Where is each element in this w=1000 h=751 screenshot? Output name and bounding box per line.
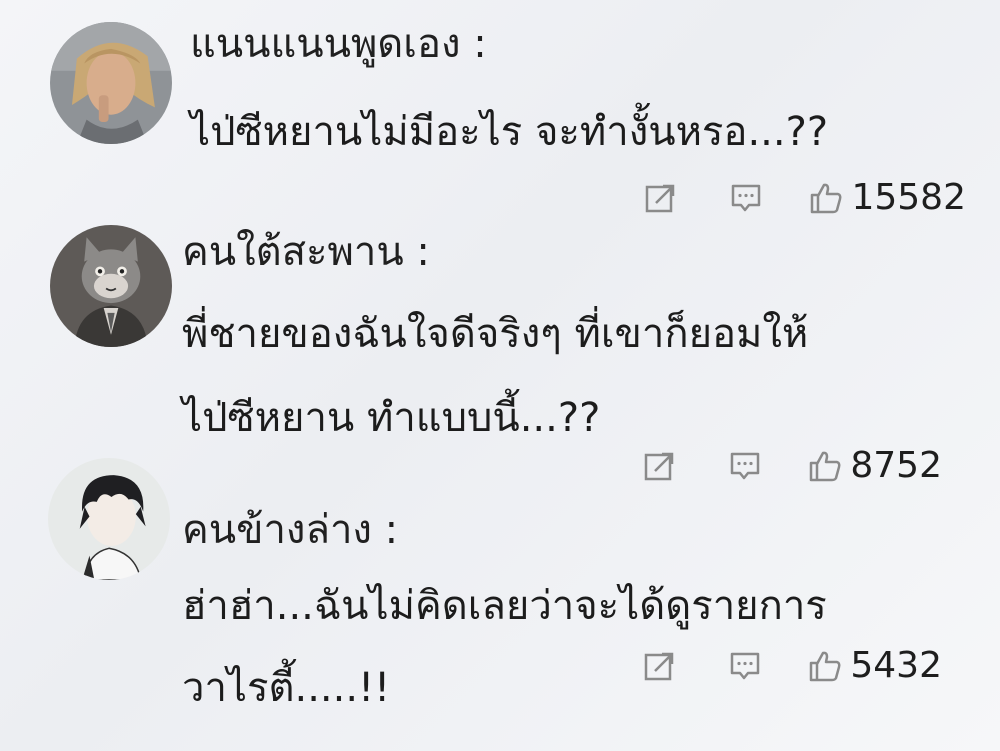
share-icon[interactable] <box>643 181 677 215</box>
comment-text-line: ไป่ซีหยานไม่มีอะไร จะทำงั้นหรอ...?? <box>190 109 829 155</box>
comment-text-line: ฮ่าฮ่า...ฉันไม่คิดเลยว่าจะได้ดูรายการ <box>182 583 827 629</box>
comment-author: คนข้างล่าง : <box>182 507 399 553</box>
comment-actions: 15582 <box>643 178 966 218</box>
comment-actions: 5432 <box>642 646 942 686</box>
comment-icon[interactable] <box>729 181 763 215</box>
comment-text-line: วาไรตี้.....!! <box>182 665 391 711</box>
comment-text-line: พี่ชายของฉันใจดีจริงๆ ที่เขาก็ยอมให้ <box>182 311 809 357</box>
comment-icon[interactable] <box>728 449 762 483</box>
comment-item: แนนแนนพูดเอง : ไป่ซีหยานไม่มีอะไร จะทำงั… <box>0 0 1000 230</box>
like-count: 8752 <box>850 445 942 486</box>
thumbs-up-icon[interactable] <box>809 181 843 215</box>
like-count: 5432 <box>850 645 942 686</box>
avatar[interactable] <box>50 22 172 144</box>
avatar-cat-in-suit <box>50 225 172 347</box>
avatar-blond-man <box>50 22 172 144</box>
share-icon[interactable] <box>642 649 676 683</box>
comment-text-line: ไป่ซีหยาน ทำแบบนี้...?? <box>182 395 601 441</box>
avatar[interactable] <box>50 225 172 347</box>
share-icon[interactable] <box>642 449 676 483</box>
comment-actions: 8752 <box>642 446 942 486</box>
comment-author: แนนแนนพูดเอง : <box>190 21 487 67</box>
avatar[interactable] <box>48 458 170 580</box>
like-count: 15582 <box>851 177 966 218</box>
avatar-anime-boy <box>48 458 170 580</box>
thumbs-up-icon[interactable] <box>808 649 842 683</box>
thumbs-up-icon[interactable] <box>808 449 842 483</box>
comment-icon[interactable] <box>728 649 762 683</box>
comment-author: คนใต้สะพาน : <box>182 229 430 275</box>
